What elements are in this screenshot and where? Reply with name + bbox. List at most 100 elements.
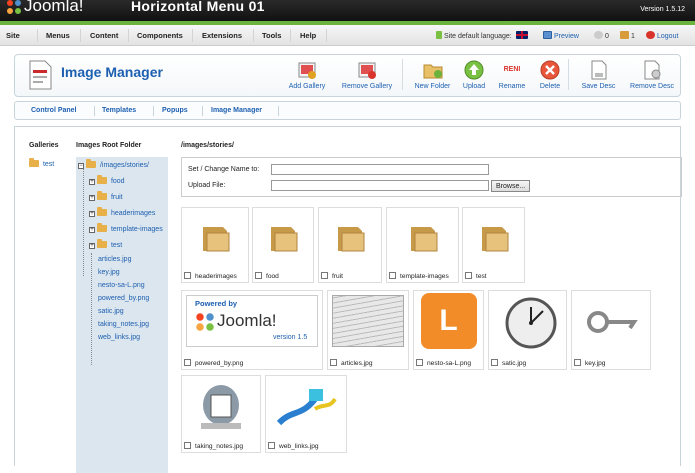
image-card[interactable]: L nesto-sa-L.png — [413, 290, 484, 370]
key-image — [587, 311, 638, 333]
folder-icon — [271, 227, 298, 252]
joomla-mark-icon — [196, 313, 214, 331]
select-checkbox[interactable] — [465, 272, 472, 279]
upload-form: Set / Change Name to: Upload File: Brows… — [181, 157, 682, 197]
main-menu: Site Menus Content Components Extensions… — [0, 25, 695, 46]
upload-file-label: Upload File: — [188, 182, 226, 189]
image-card[interactable]: key.jpg — [571, 290, 651, 370]
image-card[interactable]: satic.jpg — [488, 290, 567, 370]
galleries-heading: Galleries — [29, 142, 59, 149]
expand-icon: + — [89, 195, 95, 201]
gallery-item-test[interactable]: test — [29, 158, 54, 168]
menu-components[interactable]: Components — [137, 31, 183, 40]
save-desc-button[interactable]: Save Desc — [568, 59, 628, 90]
select-checkbox[interactable] — [330, 359, 337, 366]
tree-file[interactable]: nesto-sa-L.png — [98, 282, 145, 289]
tree-root-label: /images/stories/ — [99, 162, 149, 169]
folder-card[interactable]: test — [462, 207, 525, 283]
tree-file[interactable]: satic.jpg — [98, 308, 124, 315]
page-title: Image Manager — [61, 64, 163, 80]
remove-gallery-label: Remove Gallery — [341, 83, 393, 90]
thumb-letter: L — [420, 293, 477, 349]
browse-button[interactable]: Browse... — [491, 180, 531, 192]
folder-card[interactable]: template-images — [386, 207, 459, 283]
image-name: web_links.jpg — [279, 443, 319, 450]
joomla-logo-icon — [7, 0, 21, 14]
delete-icon — [540, 60, 560, 80]
tree-file[interactable]: taking_notes.jpg — [98, 321, 149, 328]
tree-folder-label: headerimages — [110, 210, 156, 217]
tree-file[interactable]: powered_by.png — [98, 295, 149, 302]
upload-file-input[interactable] — [271, 180, 489, 191]
nesto-thumbnail: L — [414, 291, 483, 351]
preview-link[interactable]: Preview — [543, 31, 579, 40]
tree-root[interactable]: − /images/stories/ — [78, 159, 149, 169]
menu-divider — [290, 29, 291, 42]
folder-name: fruit — [332, 273, 343, 280]
menu-menus[interactable]: Menus — [46, 31, 70, 40]
add-gallery-button[interactable]: Add Gallery — [277, 59, 337, 90]
tree-folder-headerimages[interactable]: + headerimages — [89, 207, 156, 217]
site-language: Site default language: — [436, 31, 530, 40]
select-checkbox[interactable] — [491, 359, 498, 366]
image-card[interactable]: taking_notes.jpg — [181, 375, 261, 453]
uk-flag-icon — [515, 31, 528, 39]
menu-extensions[interactable]: Extensions — [202, 31, 242, 40]
select-checkbox[interactable] — [184, 272, 191, 279]
logout-icon — [646, 31, 655, 39]
menu-help[interactable]: Help — [300, 31, 316, 40]
logo-text: Joomla! — [24, 0, 84, 15]
logout-link[interactable]: Logout — [646, 31, 678, 40]
subnav-templates[interactable]: Templates — [102, 107, 136, 114]
taking-notes-thumbnail — [182, 376, 260, 436]
menu-tools[interactable]: Tools — [262, 31, 281, 40]
tree-file[interactable]: articles.jpg — [98, 256, 131, 263]
satic-thumbnail — [489, 291, 566, 351]
folder-icon — [97, 207, 107, 216]
select-checkbox[interactable] — [184, 442, 191, 449]
subnav-image-manager[interactable]: Image Manager — [211, 107, 262, 114]
remove-desc-label: Remove Desc — [630, 83, 674, 90]
folder-name: test — [476, 273, 487, 280]
tree-file[interactable]: key.jpg — [98, 269, 120, 276]
menu-divider — [192, 29, 193, 42]
folder-card[interactable]: food — [252, 207, 314, 283]
folder-card[interactable]: fruit — [318, 207, 382, 283]
tree-folder-fruit[interactable]: + fruit — [89, 191, 123, 201]
tree-folder-template-images[interactable]: + template-images — [89, 223, 163, 233]
thumb-version-text: version 1.5 — [273, 334, 308, 341]
folder-tree: − /images/stories/ + food + fruit + head… — [76, 157, 168, 473]
delete-label: Delete — [539, 83, 561, 90]
image-card[interactable]: web_links.jpg — [265, 375, 347, 453]
select-checkbox[interactable] — [268, 442, 275, 449]
menu-content[interactable]: Content — [90, 31, 118, 40]
users-online: 1 — [620, 31, 635, 40]
subnav-popups[interactable]: Popups — [162, 107, 188, 114]
subnav-divider — [278, 106, 279, 116]
subnav-divider — [153, 106, 154, 116]
current-path: /images/stories/ — [181, 142, 234, 149]
tree-file[interactable]: web_links.jpg — [98, 334, 140, 341]
subnav-control-panel[interactable]: Control Panel — [31, 107, 77, 114]
remove-gallery-button[interactable]: Remove Gallery — [335, 59, 399, 90]
menu-divider — [253, 29, 254, 42]
image-card[interactable]: articles.jpg — [327, 290, 409, 370]
image-card[interactable]: Powered by Joomla! version 1.5 powered_b… — [181, 290, 323, 370]
notes-image — [201, 385, 241, 429]
remove-desc-button[interactable]: Remove Desc — [622, 59, 682, 90]
rename-input[interactable] — [271, 164, 489, 175]
select-checkbox[interactable] — [416, 359, 423, 366]
tree-folder-food[interactable]: + food — [89, 175, 125, 185]
messages-count[interactable]: 0 — [594, 31, 609, 40]
select-checkbox[interactable] — [574, 359, 581, 366]
clock-image — [505, 297, 556, 349]
pointer-icon — [436, 31, 442, 39]
folder-card[interactable]: headerimages — [181, 207, 249, 283]
tree-folder-test[interactable]: + test — [89, 239, 122, 249]
select-checkbox[interactable] — [184, 359, 191, 366]
select-checkbox[interactable] — [321, 272, 328, 279]
image-name: satic.jpg — [502, 360, 527, 367]
select-checkbox[interactable] — [389, 272, 396, 279]
select-checkbox[interactable] — [255, 272, 262, 279]
menu-site[interactable]: Site — [6, 31, 20, 40]
